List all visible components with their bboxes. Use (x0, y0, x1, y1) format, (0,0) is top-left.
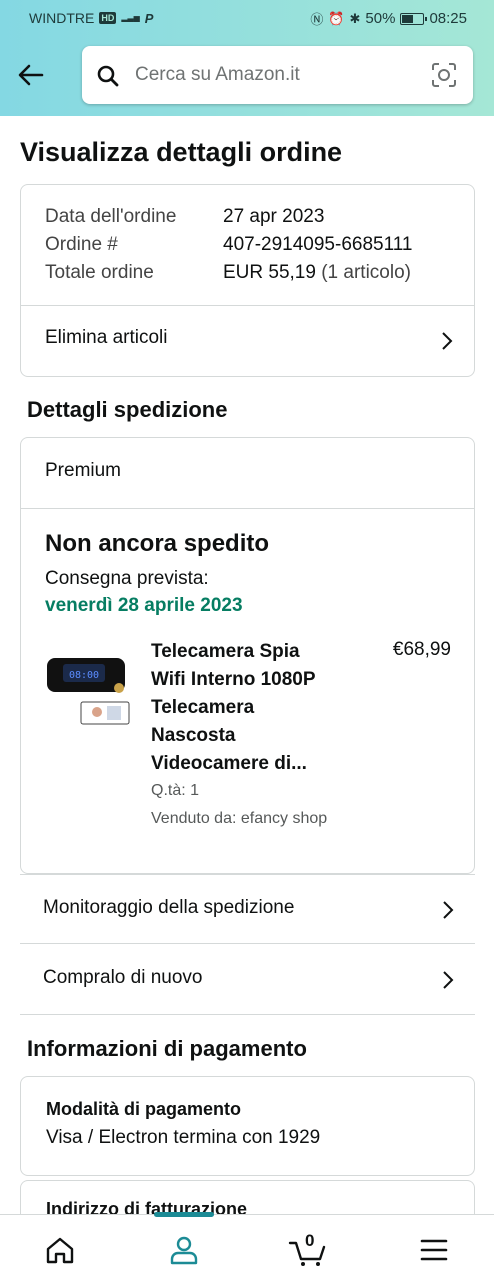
menu-icon[interactable] (414, 1233, 454, 1267)
battery-icon (400, 12, 428, 25)
order-number-label: Ordine # (45, 234, 118, 255)
product-title-line: Telecamera Spia (151, 641, 300, 662)
app-header: WINDTRE HD ▂▃▅ P Ⓝ ⏰ ✱ 50% 08:25 Cerca s… (0, 0, 494, 116)
product-price: €68,99 (392, 639, 451, 660)
buy-again-row[interactable]: Compralo di nuovo (20, 945, 475, 1015)
order-total-row: Totale ordine EUR 55,19 (1 articolo) (45, 262, 411, 284)
order-total-label: Totale ordine (45, 262, 154, 283)
home-icon[interactable] (40, 1233, 80, 1267)
chevron-right-icon (442, 332, 453, 350)
back-arrow-icon[interactable] (16, 60, 46, 90)
track-package-row[interactable]: Monitoraggio della spedizione (20, 874, 475, 944)
camera-search-icon[interactable] (431, 62, 457, 88)
divider (21, 508, 474, 509)
order-total-value: EUR 55,19 (1 articolo) (223, 262, 411, 284)
order-total-items: (1 articolo) (321, 262, 411, 283)
order-date-label: Data dell'ordine (45, 206, 177, 227)
track-package-label: Monitoraggio della spedizione (43, 897, 295, 918)
expected-delivery-date: venerdì 28 aprile 2023 (45, 595, 243, 616)
account-icon[interactable] (164, 1233, 204, 1267)
delete-items-label: Elimina articoli (45, 327, 168, 348)
product-seller: Venduto da: efancy shop (151, 810, 328, 827)
product-title-line: Nascosta (151, 725, 236, 746)
buy-again-label: Compralo di nuovo (43, 967, 203, 988)
product-title-line: Wifi Interno 1080P (151, 669, 316, 690)
active-tab-indicator (154, 1212, 214, 1217)
svg-text:08:00: 08:00 (69, 670, 99, 681)
order-total-amount: EUR 55,19 (223, 262, 316, 283)
page-title: Visualizza dettagli ordine (20, 137, 343, 167)
order-date-value: 27 apr 2023 (223, 206, 325, 227)
order-number-row: Ordine # 407-2914095-6685111 (45, 234, 412, 256)
payment-method-value: Visa / Electron termina con 1929 (46, 1127, 321, 1148)
payment-method-title: Modalità di pagamento (46, 1099, 242, 1119)
order-date-row: Data dell'ordine 27 apr 2023 (45, 206, 324, 228)
bluetooth-icon: ✱ (349, 10, 361, 26)
product-quantity: Q.tà: 1 (151, 782, 200, 799)
status-bar: WINDTRE HD ▂▃▅ P Ⓝ ⏰ ✱ 50% 08:25 (0, 0, 494, 36)
carrier-name: WINDTRE (29, 10, 95, 26)
shipment-status: Non ancora spedito (45, 530, 270, 557)
product-title-line: Telecamera (151, 697, 255, 718)
cart-button[interactable]: 0 (288, 1231, 328, 1267)
shipment-card: Premium Non ancora spedito Consegna prev… (20, 437, 475, 874)
order-number-value: 407-2914095-6685111 (223, 234, 413, 255)
payment-method-card: Modalità di pagamento Visa / Electron te… (20, 1076, 475, 1176)
clock: 08:25 (429, 10, 467, 27)
alarm-icon: ⏰ (328, 10, 345, 26)
search-icon (97, 65, 119, 87)
product-image[interactable]: 08:00 (45, 650, 131, 726)
delete-items-link[interactable]: Elimina articoli (21, 306, 474, 376)
search-placeholder[interactable]: Cerca su Amazon.it (135, 64, 300, 86)
order-summary-card: Data dell'ordine 27 apr 2023 Ordine # 40… (20, 184, 475, 377)
expected-delivery-label: Consegna prevista: (45, 568, 209, 589)
payment-section-title: Informazioni di pagamento (27, 1036, 307, 1061)
paypal-icon: P (144, 10, 154, 26)
hd-badge: HD (99, 12, 117, 24)
chevron-right-icon (443, 901, 454, 919)
chevron-right-icon (443, 971, 454, 989)
product-title[interactable]: Telecamera Spia Wifi Interno 1080P Telec… (151, 638, 351, 778)
shipping-section-title: Dettagli spedizione (27, 397, 228, 422)
search-bar[interactable]: Cerca su Amazon.it (82, 46, 473, 104)
bottom-navigation: 0 (0, 1212, 494, 1280)
nfc-icon: Ⓝ (310, 12, 324, 27)
cart-count: 0 (305, 1231, 315, 1250)
signal-icon: ▂▃▅ (121, 13, 140, 22)
product-title-line: Videocamere di... (151, 753, 307, 774)
battery-percent: 50% (365, 10, 396, 27)
shipping-service: Premium (45, 460, 122, 481)
